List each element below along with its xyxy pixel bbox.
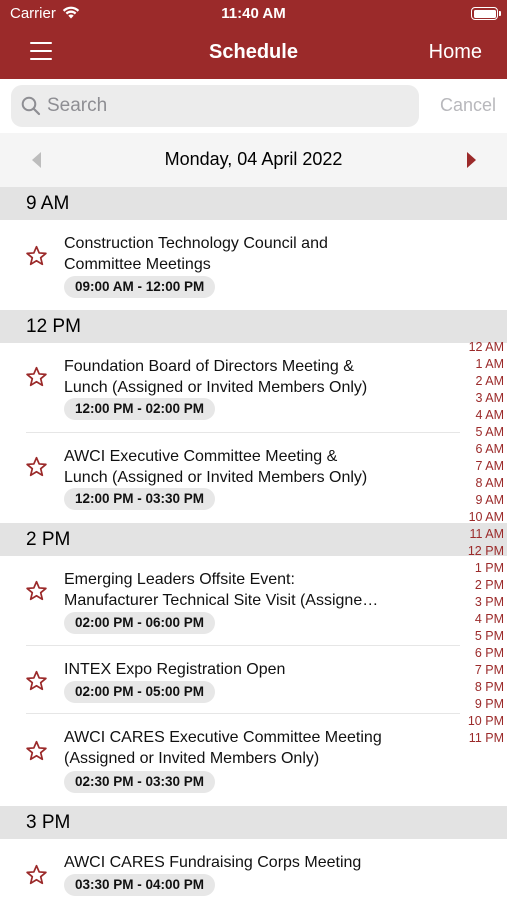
event-time-badge: 09:00 AM - 12:00 PM [64,276,216,298]
search-box[interactable] [11,85,419,127]
event-time-badge: 12:00 PM - 02:00 PM [64,398,216,420]
hour-index-item[interactable]: 12 AM [456,339,504,356]
hour-index-item[interactable]: 2 PM [456,577,504,594]
favorite-star-icon[interactable] [25,670,48,692]
date-navigator: Monday, 04 April 2022 [0,133,507,187]
hour-index-item[interactable]: 9 PM [456,696,504,713]
cancel-button[interactable]: Cancel [440,95,496,116]
search-input[interactable] [47,85,407,127]
hour-index-item[interactable]: 5 PM [456,628,504,645]
section-header: 2 PM [0,523,507,556]
event-row[interactable]: Foundation Board of Directors Meeting & … [0,343,507,433]
hour-index-item[interactable]: 8 PM [456,679,504,696]
event-title: INTEX Expo Registration Open [64,661,286,678]
hour-index-item[interactable]: 3 PM [456,594,504,611]
section-header: 3 PM [0,806,507,839]
section-header: 9 AM [0,187,507,220]
hour-index-item[interactable]: 12 PM [456,543,504,560]
hour-index-item[interactable]: 1 AM [456,356,505,373]
event-row[interactable]: Emerging Leaders Offsite Event: Manufact… [0,556,507,646]
battery-icon [471,7,501,20]
favorite-star-icon[interactable] [25,456,48,478]
hour-index-item[interactable]: 3 AM [456,390,505,407]
event-title: AWCI Executive Committee Meeting & Lunch… [64,448,368,486]
event-time-badge: 03:30 PM - 04:00 PM [64,874,216,896]
event-title: AWCI CARES Executive Committee Meeting (… [64,729,382,767]
hour-index[interactable]: 12 AM 1 AM 2 AM 3 AM 4 AM 5 AM 6 AM 7 AM… [456,339,504,747]
clock: 11:40 AM [221,5,286,22]
favorite-star-icon[interactable] [25,740,48,762]
event-title: Construction Technology Council and Comm… [64,235,328,273]
navigation-bar: Carrier 11:40 AM Schedule Home [0,0,507,79]
hour-index-item[interactable]: 6 PM [456,645,504,662]
current-date: Monday, 04 April 2022 [164,149,343,169]
hour-index-item[interactable]: 10 PM [456,713,504,730]
hour-index-item[interactable]: 7 AM [456,458,505,475]
hour-index-item[interactable]: 9 AM [456,492,505,509]
status-bar: Carrier 11:40 AM [0,0,507,28]
section-header: 12 PM [0,310,507,343]
favorite-star-icon[interactable] [25,245,48,267]
event-time-badge: 02:00 PM - 06:00 PM [64,612,216,634]
event-row[interactable]: AWCI Executive Committee Meeting & Lunch… [0,433,507,523]
event-row[interactable]: Construction Technology Council and Comm… [0,220,507,310]
hour-index-item[interactable]: 10 AM [456,509,504,526]
event-time-badge: 02:30 PM - 03:30 PM [64,771,216,793]
hour-index-item[interactable]: 11 PM [456,730,504,747]
hour-index-item[interactable]: 8 AM [456,475,505,492]
hour-index-item[interactable]: 4 AM [456,407,505,424]
event-title: AWCI CARES Fundraising Corps Meeting [64,854,362,871]
schedule-list[interactable]: 9 AM Construction Technology Council and… [0,187,507,900]
event-row[interactable]: AWCI CARES Executive Committee Meeting (… [0,714,507,806]
event-row[interactable]: INTEX Expo Registration Open 02:00 PM - … [0,646,507,714]
hour-index-item[interactable]: 11 AM [456,526,504,543]
event-title: Emerging Leaders Offsite Event: Manufact… [64,571,379,609]
hour-index-item[interactable]: 2 AM [456,373,505,390]
hour-index-item[interactable]: 5 AM [456,424,505,441]
event-title: Foundation Board of Directors Meeting & … [64,358,368,396]
event-row[interactable]: AWCI CARES Fundraising Corps Meeting 03:… [0,839,507,900]
hour-index-item[interactable]: 1 PM [456,560,504,577]
event-time-badge: 12:00 PM - 03:30 PM [64,488,216,510]
hour-index-item[interactable]: 4 PM [456,611,504,628]
hour-index-item[interactable]: 6 AM [456,441,505,458]
hour-index-item[interactable]: 7 PM [456,662,504,679]
favorite-star-icon[interactable] [25,366,48,388]
search-icon [21,96,41,121]
next-day-arrow-icon[interactable] [467,152,476,168]
event-time-badge: 02:00 PM - 05:00 PM [64,681,216,703]
home-button[interactable]: Home [429,41,482,64]
search-row: Cancel [0,79,507,133]
favorite-star-icon[interactable] [25,864,48,886]
favorite-star-icon[interactable] [25,580,48,602]
